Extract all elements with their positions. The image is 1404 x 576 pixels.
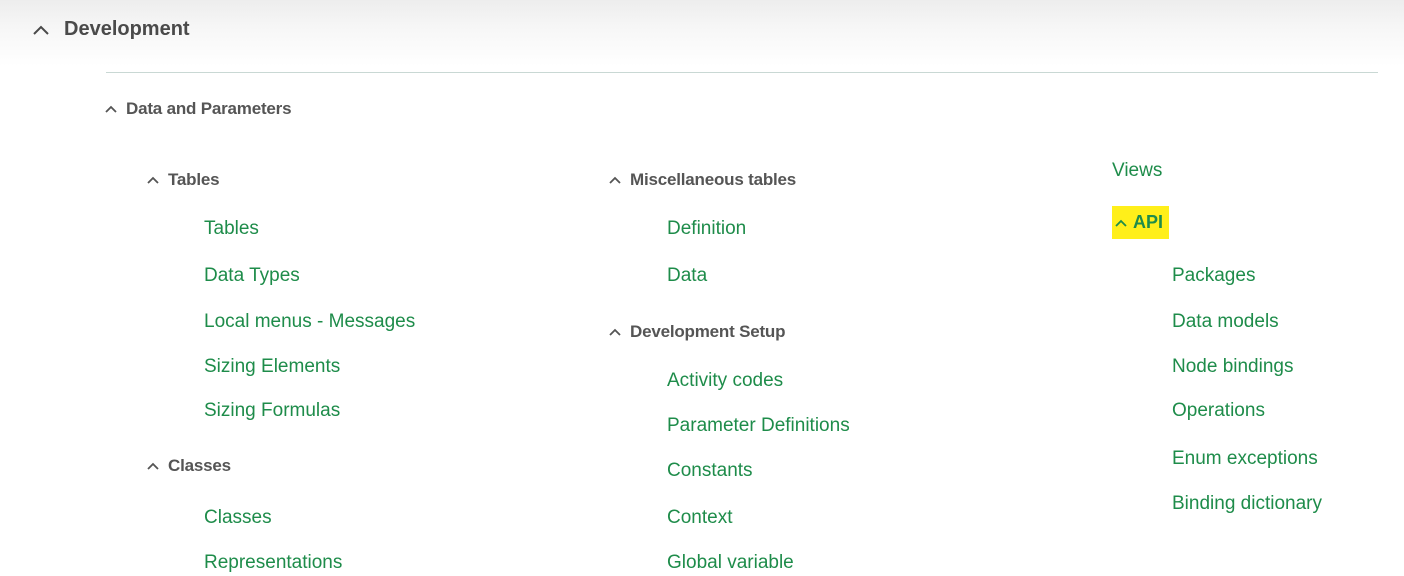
link-sizing-elements[interactable]: Sizing Elements bbox=[204, 356, 340, 378]
link-views[interactable]: Views bbox=[1112, 160, 1162, 182]
development-menu-page: Development Data and Parameters Tables T… bbox=[0, 0, 1404, 576]
section-header-development[interactable]: Development bbox=[32, 18, 190, 41]
link-tables[interactable]: Tables bbox=[204, 218, 259, 240]
group-header-api[interactable]: API bbox=[1112, 206, 1170, 239]
link-operations[interactable]: Operations bbox=[1172, 400, 1265, 422]
link-classes[interactable]: Classes bbox=[204, 507, 272, 529]
chevron-up-icon bbox=[146, 461, 160, 471]
subsection-title: Data and Parameters bbox=[126, 99, 292, 118]
group-header-development-setup[interactable]: Development Setup bbox=[608, 322, 785, 342]
section-header-bar bbox=[0, 0, 1404, 66]
group-header-classes[interactable]: Classes bbox=[146, 456, 231, 476]
link-context[interactable]: Context bbox=[667, 507, 732, 529]
chevron-up-icon bbox=[1114, 218, 1128, 228]
link-data-types[interactable]: Data Types bbox=[204, 265, 300, 287]
chevron-up-icon bbox=[32, 24, 50, 36]
link-parameter-definitions[interactable]: Parameter Definitions bbox=[667, 415, 850, 437]
link-global-variable[interactable]: Global variable bbox=[667, 552, 794, 574]
chevron-up-icon bbox=[146, 175, 160, 185]
group-header-miscellaneous-tables[interactable]: Miscellaneous tables bbox=[608, 170, 796, 190]
section-title: Development bbox=[64, 18, 190, 40]
group-title: Classes bbox=[168, 456, 231, 475]
link-sizing-formulas[interactable]: Sizing Formulas bbox=[204, 400, 340, 422]
chevron-up-icon bbox=[608, 175, 622, 185]
link-constants[interactable]: Constants bbox=[667, 460, 753, 482]
group-title: Miscellaneous tables bbox=[630, 170, 797, 189]
link-data-models[interactable]: Data models bbox=[1172, 311, 1279, 333]
group-title: Tables bbox=[168, 170, 220, 189]
link-packages[interactable]: Packages bbox=[1172, 265, 1255, 287]
subsection-header-data-and-parameters[interactable]: Data and Parameters bbox=[104, 99, 292, 119]
link-representations[interactable]: Representations bbox=[204, 552, 342, 574]
section-divider bbox=[106, 72, 1378, 73]
chevron-up-icon bbox=[104, 104, 118, 114]
link-enum-exceptions[interactable]: Enum exceptions bbox=[1172, 448, 1318, 470]
group-title: API bbox=[1133, 212, 1164, 232]
link-activity-codes[interactable]: Activity codes bbox=[667, 370, 783, 392]
link-binding-dictionary[interactable]: Binding dictionary bbox=[1172, 493, 1322, 515]
link-definition[interactable]: Definition bbox=[667, 218, 746, 240]
chevron-up-icon bbox=[608, 327, 622, 337]
group-title: Development Setup bbox=[630, 322, 786, 341]
link-node-bindings[interactable]: Node bindings bbox=[1172, 356, 1293, 378]
link-data[interactable]: Data bbox=[667, 265, 707, 287]
link-local-menus-messages[interactable]: Local menus - Messages bbox=[204, 311, 415, 333]
group-header-tables[interactable]: Tables bbox=[146, 170, 220, 190]
